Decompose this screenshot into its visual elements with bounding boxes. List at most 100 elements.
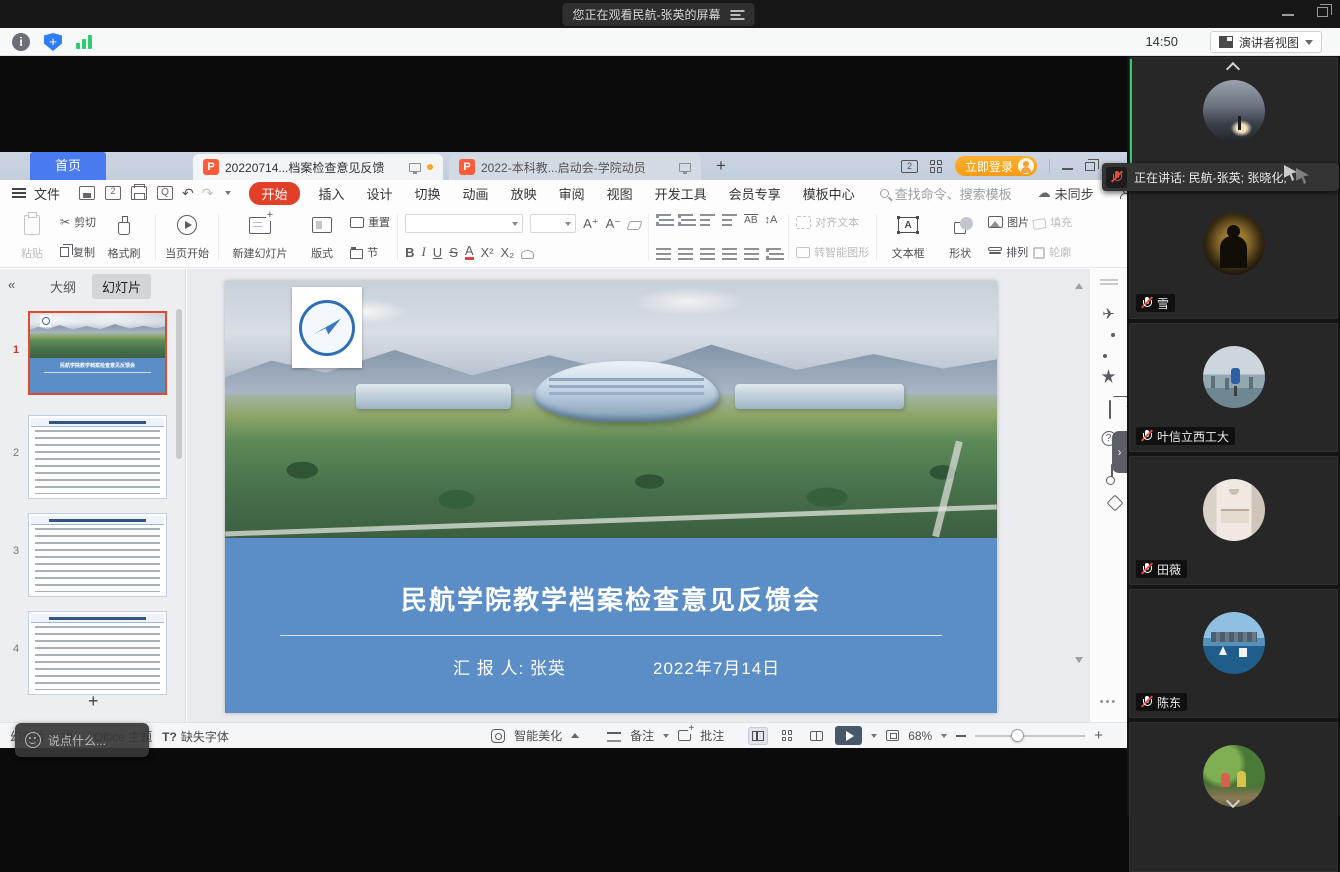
undo-icon[interactable]: ↶ bbox=[182, 185, 194, 202]
align-right-icon[interactable] bbox=[700, 248, 715, 260]
fill-button[interactable]: 填充 bbox=[1033, 214, 1072, 230]
zoom-level[interactable]: 68% bbox=[908, 729, 932, 743]
menu-transition[interactable]: 切换 bbox=[415, 184, 441, 203]
beautify-caret-icon[interactable] bbox=[571, 733, 579, 738]
zoom-caret-icon[interactable] bbox=[941, 734, 947, 738]
justify-icon[interactable] bbox=[722, 248, 737, 260]
font-color-icon[interactable]: A bbox=[465, 244, 474, 260]
panel-scrollbar[interactable] bbox=[176, 309, 182, 459]
paste-button[interactable]: 粘贴 bbox=[6, 210, 58, 265]
mirror-display-icon[interactable] bbox=[1109, 400, 1111, 419]
shapes-button[interactable]: 形状 bbox=[934, 210, 986, 265]
scroll-participants-up-icon[interactable] bbox=[1228, 61, 1240, 73]
print-preview-icon[interactable] bbox=[157, 186, 173, 200]
notes-caret-icon[interactable] bbox=[663, 734, 669, 738]
tab-outline[interactable]: 大纲 bbox=[44, 274, 82, 299]
italic-icon[interactable]: I bbox=[421, 244, 425, 260]
font-size-select[interactable] bbox=[530, 214, 576, 233]
superscript-icon[interactable]: X² bbox=[481, 245, 494, 260]
menu-view[interactable]: 视图 bbox=[607, 184, 633, 203]
fit-slide-icon[interactable] bbox=[886, 730, 899, 741]
section-button[interactable]: 节 bbox=[350, 244, 390, 260]
slide-thumbnail-3[interactable] bbox=[28, 513, 167, 597]
beautify-wand-icon[interactable] bbox=[1102, 369, 1116, 383]
split-window-icon[interactable]: 2 bbox=[901, 160, 918, 173]
login-button[interactable]: 立即登录 bbox=[955, 156, 1037, 176]
bold-icon[interactable]: B bbox=[405, 245, 414, 260]
cut-button[interactable]: ✂剪切 bbox=[60, 214, 96, 230]
smart-beautify-label[interactable]: 智能美化 bbox=[514, 727, 562, 744]
save-icon[interactable] bbox=[79, 186, 95, 200]
quickbar-dropdown-icon[interactable] bbox=[225, 191, 231, 195]
decrease-font-icon[interactable]: A⁻ bbox=[606, 216, 622, 232]
document-tab-inactive[interactable]: P 2022-本科教...启动会-学院动员 bbox=[449, 154, 701, 180]
align-left-icon[interactable] bbox=[656, 248, 671, 260]
rail-more-icon[interactable]: ••• bbox=[1100, 696, 1118, 708]
bullet-list-icon[interactable] bbox=[656, 214, 671, 226]
highlight-pen-icon[interactable] bbox=[521, 250, 534, 259]
slide-thumbnail-2[interactable] bbox=[28, 415, 167, 499]
increase-font-icon[interactable]: A⁺ bbox=[583, 216, 599, 232]
view-mode-selector[interactable]: 演讲者视图 bbox=[1210, 31, 1322, 53]
document-tab-active[interactable]: P 20220714...档案检查意见反馈 bbox=[193, 154, 443, 180]
missing-font-warning[interactable]: T? 缺失字体 bbox=[162, 728, 229, 745]
scroll-down-icon[interactable] bbox=[1075, 657, 1083, 663]
subscript-icon[interactable]: X₂ bbox=[501, 245, 515, 260]
normal-view-button[interactable] bbox=[748, 727, 768, 745]
scroll-participants-down-icon[interactable] bbox=[1228, 796, 1240, 808]
collapse-panel-icon[interactable]: « bbox=[8, 277, 13, 292]
current-slide[interactable]: 民航学院教学档案检查意见反馈会 汇 报 人: 张英 2022年7月14日 bbox=[225, 281, 997, 713]
underline-icon[interactable]: U bbox=[433, 245, 442, 260]
home-tab[interactable]: 首页 bbox=[30, 152, 106, 180]
decrease-indent-icon[interactable] bbox=[700, 214, 715, 226]
arrange-button[interactable]: 排列 bbox=[988, 244, 1029, 260]
strikethrough-icon[interactable]: S bbox=[449, 245, 458, 260]
restore-icon[interactable] bbox=[1317, 7, 1328, 17]
sorter-view-button[interactable] bbox=[777, 727, 797, 745]
zoom-slider-knob[interactable] bbox=[1011, 729, 1024, 742]
security-shield-icon[interactable]: + bbox=[44, 33, 62, 51]
file-menu[interactable]: 文件 bbox=[34, 184, 60, 203]
zoom-slider[interactable] bbox=[975, 735, 1085, 737]
menu-insert[interactable]: 插入 bbox=[319, 184, 345, 203]
text-direction-icon[interactable]: ↕A bbox=[765, 214, 778, 226]
workspace-grid-icon[interactable] bbox=[930, 160, 943, 173]
picture-button[interactable]: 图片 bbox=[988, 214, 1029, 230]
play-from-page-button[interactable]: 当页开始 bbox=[161, 210, 213, 265]
distribute-icon[interactable] bbox=[744, 248, 759, 260]
minimize-icon[interactable] bbox=[1282, 14, 1294, 16]
align-text-button[interactable]: 对齐文本 bbox=[796, 214, 869, 230]
banner-menu-icon[interactable] bbox=[730, 10, 744, 20]
hamburger-menu-icon[interactable] bbox=[12, 188, 26, 198]
char-spacing-icon[interactable]: AB bbox=[744, 214, 757, 226]
zoom-in-button[interactable]: + bbox=[1094, 731, 1103, 741]
reset-button[interactable]: 重置 bbox=[350, 214, 390, 230]
menu-animation[interactable]: 动画 bbox=[463, 184, 489, 203]
scroll-up-icon[interactable] bbox=[1075, 283, 1083, 289]
smart-beautify-icon[interactable] bbox=[491, 729, 505, 743]
slide-thumbnail-4[interactable] bbox=[28, 611, 167, 695]
font-family-select[interactable] bbox=[405, 214, 523, 233]
wps-restore-icon[interactable] bbox=[1085, 162, 1095, 171]
line-spacing-icon[interactable] bbox=[766, 248, 781, 260]
rail-drag-handle[interactable] bbox=[1100, 279, 1118, 281]
menu-templates[interactable]: 模板中心 bbox=[803, 184, 855, 203]
redo-icon[interactable]: ↷ bbox=[202, 185, 214, 202]
copy-button[interactable]: 复制 bbox=[60, 244, 96, 260]
align-center-icon[interactable] bbox=[678, 248, 693, 260]
print-icon[interactable] bbox=[131, 186, 147, 200]
panel-expander[interactable]: › bbox=[1112, 431, 1127, 473]
reading-view-button[interactable] bbox=[806, 727, 826, 745]
new-tab-button[interactable]: + bbox=[716, 156, 726, 176]
participant-tile-2[interactable]: 雪 bbox=[1129, 190, 1338, 319]
play-options-caret[interactable] bbox=[871, 734, 877, 738]
emoji-icon[interactable] bbox=[25, 732, 41, 748]
chat-quick-input[interactable]: 说点什么... bbox=[15, 723, 149, 757]
participant-tile-4[interactable]: 田薇 bbox=[1129, 456, 1338, 585]
zoom-out-button[interactable] bbox=[956, 735, 966, 737]
menu-review[interactable]: 审阅 bbox=[559, 184, 585, 203]
menu-member[interactable]: 会员专享 bbox=[729, 184, 781, 203]
text-box-button[interactable]: A 文本框 bbox=[882, 210, 934, 265]
wps-assistant-icon[interactable]: ✈ bbox=[1102, 305, 1115, 323]
slideshow-play-button[interactable] bbox=[835, 726, 862, 745]
